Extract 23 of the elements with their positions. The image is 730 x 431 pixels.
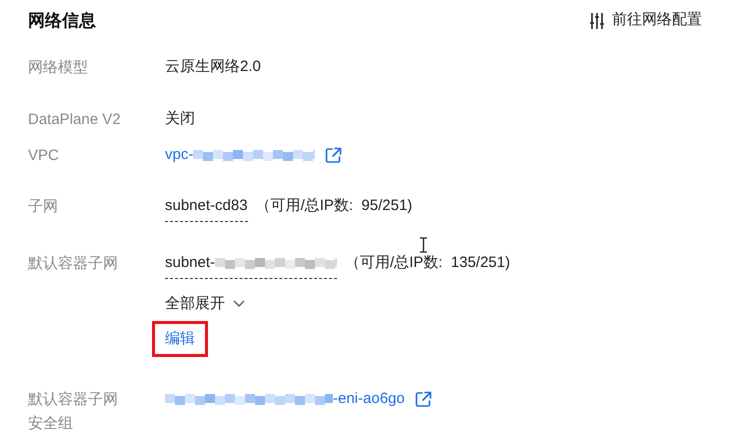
subnet-value[interactable]: subnet-: [165, 252, 338, 279]
section-title: 网络信息: [28, 10, 96, 32]
field-label: 子网: [28, 197, 59, 217]
field-label: VPC: [28, 146, 60, 166]
resource-link[interactable]: -eni-ao6go: [165, 388, 405, 410]
ip-count: （可用/总IP数: 95/251): [256, 196, 412, 216]
edit-link[interactable]: 编辑: [165, 330, 195, 347]
subnet-value[interactable]: subnet-cd83: [165, 195, 248, 222]
external-link-icon[interactable]: [414, 390, 432, 408]
resource-link[interactable]: vpc-: [165, 144, 316, 166]
sliders-icon: [590, 12, 604, 30]
field-value: 关闭: [165, 109, 195, 129]
field-label: 默认容器子网安全组: [28, 390, 119, 431]
field-label: 默认容器子网: [28, 254, 119, 274]
external-link-icon[interactable]: [325, 146, 342, 164]
field-label: 网络模型: [28, 58, 89, 78]
field-label: DataPlane V2: [28, 110, 122, 130]
field-value: 云原生网络2.0: [165, 57, 261, 77]
expand-all-button[interactable]: 全部展开: [165, 293, 245, 315]
chevron-down-icon: [233, 300, 245, 308]
network-config-link[interactable]: 前往网络配置: [590, 9, 702, 32]
text-cursor-icon: [419, 237, 428, 253]
ip-count: （可用/总IP数: 135/251): [345, 253, 510, 273]
